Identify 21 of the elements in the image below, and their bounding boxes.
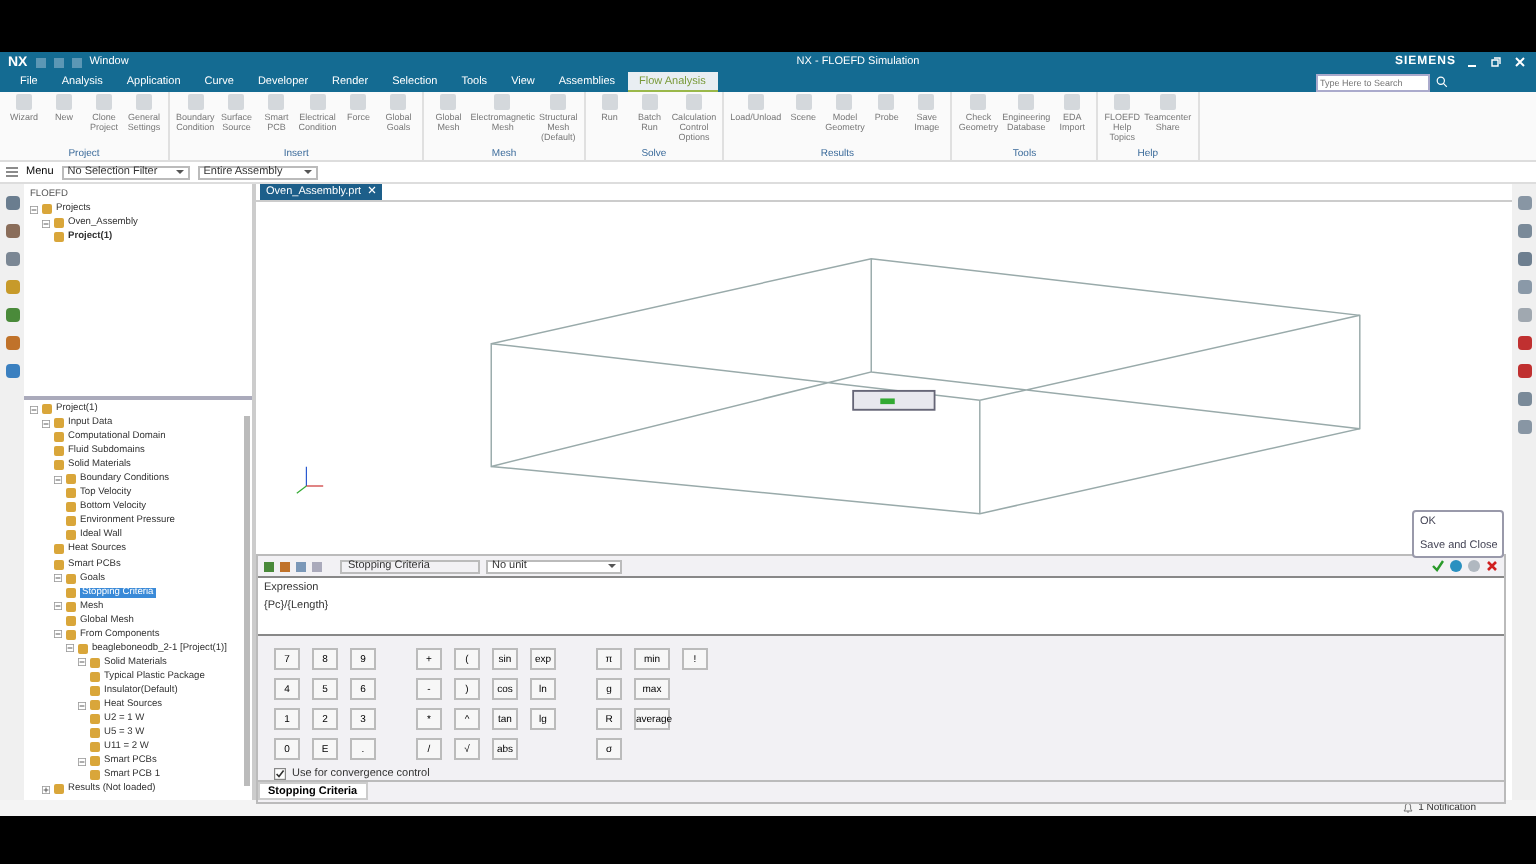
expand-toggle[interactable]	[54, 630, 62, 639]
expand-toggle[interactable]	[42, 785, 50, 794]
menu-icon[interactable]	[6, 166, 18, 178]
expand-toggle[interactable]	[78, 757, 86, 766]
axis-triad-icon	[292, 462, 328, 498]
expand-toggle[interactable]	[42, 419, 50, 428]
restore-icon[interactable]	[1490, 56, 1502, 68]
expand-toggle[interactable]	[66, 644, 74, 653]
expand-toggle[interactable]	[54, 475, 62, 484]
expand-toggle[interactable]	[54, 602, 62, 611]
expand-toggle[interactable]	[30, 405, 38, 414]
close-icon[interactable]	[1486, 560, 1498, 572]
expand-toggle[interactable]	[78, 658, 86, 667]
checkbox[interactable]	[274, 768, 286, 780]
ok-check-icon[interactable]	[1432, 560, 1444, 572]
expand-toggle[interactable]	[30, 205, 38, 214]
expand-toggle[interactable]	[42, 219, 50, 228]
bell-icon[interactable]	[1402, 802, 1415, 814]
expand-toggle[interactable]	[78, 701, 86, 709]
search-icon[interactable]	[1436, 76, 1448, 88]
expand-toggle[interactable]	[54, 574, 62, 583]
